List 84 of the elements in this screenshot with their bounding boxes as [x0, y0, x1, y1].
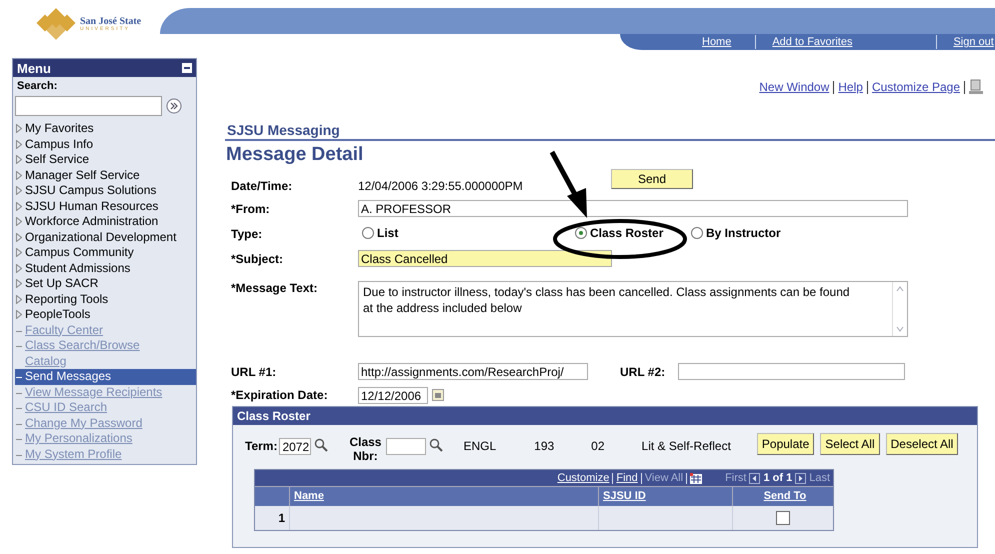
radio-icon[interactable]	[575, 226, 587, 238]
menu-item[interactable]: Reporting Tools	[15, 292, 196, 307]
calendar-icon[interactable]	[432, 389, 444, 401]
menu-item[interactable]: Manager Self Service	[15, 168, 196, 183]
menu-title: Menu	[17, 60, 51, 76]
search-label: Search:	[16, 79, 58, 93]
roster-button[interactable]: Deselect All	[886, 433, 958, 455]
radio-option[interactable]: List	[362, 226, 398, 240]
menu-item[interactable]: PeopleTools	[15, 307, 196, 322]
next-icon[interactable]	[795, 472, 806, 484]
logo-emblem-icon	[34, 7, 78, 41]
search-icon[interactable]	[314, 438, 328, 452]
field-label: Term:	[245, 439, 278, 453]
row-number: 1	[277, 511, 286, 525]
menu-item[interactable]: SJSU Campus Solutions	[15, 183, 196, 198]
menu-item[interactable]: Organizational Development	[15, 230, 196, 245]
field-label: Type:	[231, 226, 264, 240]
term-field[interactable]: 2072	[279, 438, 312, 455]
nav-link[interactable]: Add to Favorites	[772, 36, 852, 48]
roster-button[interactable]: Select All	[820, 433, 880, 455]
catalog-number: 193	[534, 439, 554, 453]
course-description: Lit & Self-Reflect	[642, 439, 731, 453]
from-field[interactable]: A. PROFESSOR	[358, 200, 908, 217]
send-button[interactable]: Send	[611, 168, 693, 188]
section-number: 02	[591, 439, 605, 453]
menu-item[interactable]: Send Messages	[15, 369, 196, 384]
dash-icon	[16, 346, 22, 347]
search-icon[interactable]	[429, 438, 444, 452]
menu-item[interactable]: Set Up SACR	[15, 276, 196, 292]
field-label: Class Nbr:	[348, 435, 382, 463]
message-field[interactable]: Due to instructor illness, today's class has been cancelled. Class assignments can be found at the address included below	[358, 281, 908, 337]
radio-icon[interactable]	[691, 226, 703, 238]
subject-field[interactable]: Class Cancelled	[358, 250, 612, 267]
page-link[interactable]: New Window	[759, 80, 830, 94]
field-label: *Subject:	[231, 252, 284, 266]
menu-item[interactable]: Workforce Administration	[15, 214, 196, 230]
menu-item[interactable]: Campus Info	[15, 136, 196, 152]
nav-link[interactable]: Home	[702, 36, 732, 48]
url-field[interactable]	[678, 363, 905, 380]
grid-download-icon[interactable]	[690, 472, 702, 484]
grid-link[interactable]: Customize	[557, 472, 610, 484]
collapse-icon[interactable]	[182, 63, 192, 73]
field-label: *Expiration Date:	[231, 388, 329, 402]
dash-icon	[16, 439, 22, 440]
document-icon[interactable]	[969, 79, 983, 95]
page-link[interactable]: Customize Page	[872, 80, 960, 94]
dash-icon	[16, 330, 22, 332]
radio-option[interactable]: Class Roster	[575, 226, 664, 240]
scroll-down-icon[interactable]	[895, 325, 905, 333]
section-title: SJSU Messaging	[226, 122, 341, 138]
checkbox[interactable]	[776, 511, 790, 525]
page-heading: Message Detail	[225, 144, 364, 166]
field-label: Date/Time:	[231, 178, 294, 192]
page-link[interactable]: Help	[838, 80, 863, 94]
class-number-field[interactable]	[386, 438, 426, 455]
radio-option[interactable]: By Instructor	[691, 226, 781, 240]
menu-item[interactable]: Student Admissions	[15, 260, 196, 276]
field-label: *Message Text:	[231, 281, 318, 295]
field-label: URL #1:	[231, 364, 278, 378]
menu-item[interactable]: Self Service	[15, 152, 196, 168]
course-subject: ENGL	[463, 439, 496, 453]
nav-link[interactable]: Sign out	[953, 36, 994, 48]
annotation-arrow	[550, 150, 587, 218]
menu-item[interactable]: Campus Community	[15, 245, 196, 260]
field-label: *From:	[231, 202, 271, 216]
url-field[interactable]: http://assignments.com/ResearchProj/	[358, 363, 588, 380]
radio-icon[interactable]	[362, 226, 374, 238]
panel-title: Class Roster	[233, 407, 977, 425]
dash-icon	[16, 408, 22, 409]
field-label: URL #2:	[620, 364, 666, 378]
date-field[interactable]: 12/12/2006	[358, 386, 428, 404]
search-field[interactable]	[15, 96, 162, 116]
roster-button[interactable]: Populate	[756, 433, 814, 455]
dash-icon	[16, 377, 22, 378]
search-go-icon[interactable]	[166, 98, 182, 114]
scroll-up-icon[interactable]	[895, 285, 905, 293]
previous-icon[interactable]	[749, 472, 760, 484]
page-count: 1 of 1	[763, 472, 792, 484]
grid-link[interactable]: Find	[616, 472, 638, 484]
menu-item[interactable]: SJSU Human Resources	[15, 198, 196, 214]
dash-icon	[16, 392, 22, 394]
datetime-value: 12/04/2006 3:29:55.000000PM	[358, 178, 524, 192]
menu-item[interactable]: My Favorites	[15, 121, 196, 136]
dash-icon	[16, 454, 22, 456]
